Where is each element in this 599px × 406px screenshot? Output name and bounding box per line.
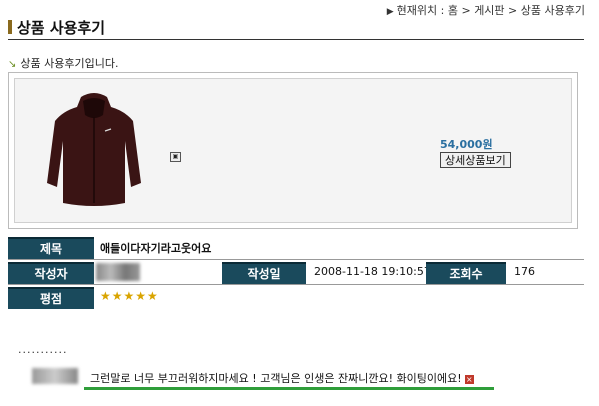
- commenter-avatar: [32, 368, 78, 384]
- page-title: 상품 사용후기: [17, 19, 106, 37]
- product-panel: ▣ 54,000원 상세상품보기: [14, 78, 572, 223]
- product-detail-button[interactable]: 상세상품보기: [440, 152, 511, 168]
- comment-body: 그런말로 너무 부끄러워하지마세요 ! 고객님은 인생은 잔짜니깐요! 화이팅이…: [90, 370, 474, 386]
- title-marker: [8, 20, 12, 34]
- author-avatar: [96, 263, 140, 281]
- date-label: 작성일: [222, 262, 306, 284]
- product-image[interactable]: [45, 91, 143, 211]
- page-title-bar: 상품 사용후기: [8, 17, 584, 40]
- comment-text: 그런말로 너무 부끄러워하지마세요 ! 고객님은 인생은 잔짜니깐요! 화이팅이…: [90, 372, 462, 385]
- breadcrumb-home-link[interactable]: 홈: [448, 4, 458, 17]
- author-row: 작성자 작성일 2008-11-18 19:10:57 조회수 176: [8, 261, 584, 285]
- breadcrumb-arrow-icon: ▶: [386, 7, 394, 17]
- subject-row: 제목 애들이다자기라고웃어요: [8, 236, 584, 260]
- description-text: 상품 사용후기입니다.: [20, 57, 119, 70]
- subject-label: 제목: [8, 237, 94, 259]
- bullet-arrow-icon: ↘: [8, 59, 17, 70]
- comment-item: 그런말로 너무 부끄러워하지마세요 ! 고객님은 인생은 잔짜니깐요! 화이팅이…: [18, 364, 584, 392]
- delete-comment-icon[interactable]: ×: [464, 374, 474, 384]
- product-price: 54,000원: [440, 138, 493, 151]
- views-value: 176: [514, 265, 535, 278]
- comment-divider: ...........: [18, 343, 68, 356]
- breadcrumb-board-link[interactable]: 게시판: [474, 4, 504, 17]
- rating-stars: ★★★★★: [100, 289, 159, 303]
- product-box: ▣ 54,000원 상세상품보기: [8, 72, 578, 229]
- date-value: 2008-11-18 19:10:57: [314, 265, 431, 278]
- rating-row: 평점 ★★★★★: [8, 286, 584, 309]
- breadcrumb-current: 상품 사용후기: [520, 4, 585, 17]
- breadcrumb-label: 현재위치 :: [396, 4, 445, 17]
- zoom-icon[interactable]: ▣: [170, 152, 181, 162]
- breadcrumb: ▶ 현재위치 : 홈 > 게시판 > 상품 사용후기: [386, 4, 585, 17]
- subject-value: 애들이다자기라고웃어요: [100, 242, 212, 255]
- rating-label: 평점: [8, 287, 94, 309]
- comment-underline: [84, 387, 494, 390]
- views-label: 조회수: [426, 262, 506, 284]
- page-description: ↘ 상품 사용후기입니다.: [8, 55, 118, 71]
- author-label: 작성자: [8, 262, 94, 284]
